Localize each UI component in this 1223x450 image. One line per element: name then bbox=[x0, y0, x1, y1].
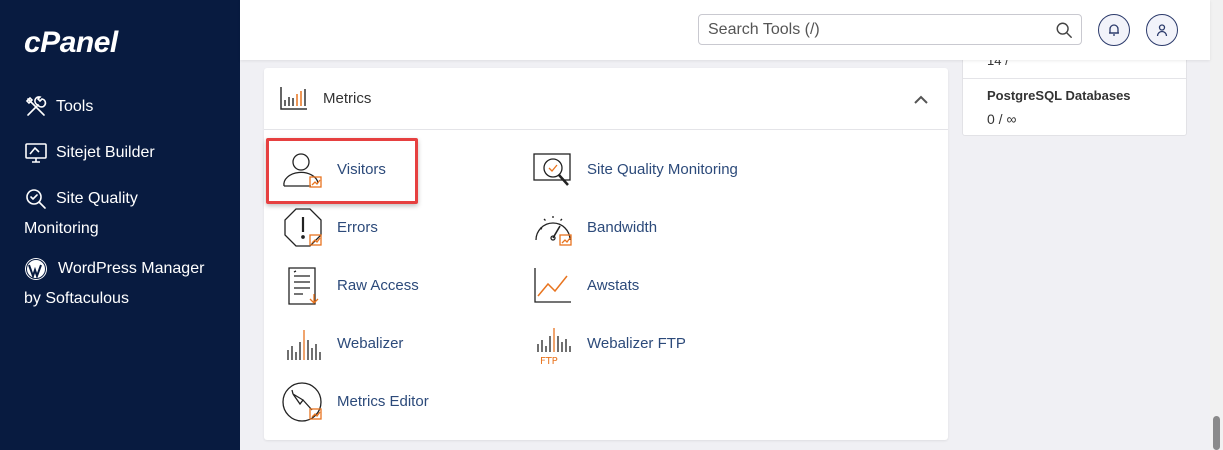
errors-icon bbox=[284, 208, 322, 247]
search-input[interactable] bbox=[699, 15, 1039, 44]
sidebar-item-sitejet-builder[interactable]: Sitejet Builder bbox=[24, 138, 155, 168]
sidebar: cPanel Tools Sitejet Builder Site Qualit… bbox=[0, 0, 240, 450]
postgresql-databases-label: PostgreSQL Databases bbox=[987, 88, 1131, 103]
tool-label: Awstats bbox=[587, 277, 640, 294]
scrollbar-thumb[interactable] bbox=[1213, 416, 1220, 450]
visitors-icon bbox=[283, 153, 322, 188]
sitejet-icon bbox=[25, 143, 47, 163]
search-box[interactable] bbox=[698, 14, 1082, 45]
webalizer-icon bbox=[287, 330, 321, 360]
tool-label: Webalizer FTP bbox=[587, 335, 686, 352]
chevron-up-icon[interactable] bbox=[914, 94, 928, 104]
awstats-icon bbox=[534, 268, 571, 303]
sidebar-item-tools[interactable]: Tools bbox=[24, 92, 93, 122]
metrics-title: Metrics bbox=[323, 90, 372, 107]
page-scrollbar[interactable] bbox=[1210, 0, 1223, 450]
tool-label: Metrics Editor bbox=[337, 393, 429, 410]
postgresql-databases-value: 0 / ∞ bbox=[987, 111, 1017, 127]
sidebar-item-label: WordPress Manager bbox=[58, 260, 205, 277]
notifications-button[interactable] bbox=[1098, 14, 1130, 46]
metrics-chart-icon bbox=[280, 87, 307, 110]
sidebar-item-label-line2: by Softaculous bbox=[24, 290, 129, 307]
site-quality-icon bbox=[26, 189, 46, 209]
svg-text:FTP: FTP bbox=[540, 356, 558, 366]
tools-icon bbox=[25, 96, 47, 116]
site-quality-monitoring-icon bbox=[533, 153, 571, 186]
top-header bbox=[240, 0, 1210, 60]
tool-label: Raw Access bbox=[337, 277, 419, 294]
metrics-panel-header[interactable]: Metrics bbox=[264, 68, 948, 130]
metrics-panel: Metrics bbox=[264, 68, 948, 440]
tool-label: Site Quality Monitoring bbox=[587, 161, 738, 178]
stats-divider bbox=[963, 78, 1186, 79]
user-menu-button[interactable] bbox=[1146, 14, 1178, 46]
raw-access-icon bbox=[288, 267, 319, 305]
wordpress-icon bbox=[25, 258, 47, 280]
tool-label: Webalizer bbox=[337, 335, 404, 352]
sidebar-item-site-quality-monitoring[interactable]: Site Quality Monitoring bbox=[24, 184, 138, 244]
metrics-editor-icon bbox=[282, 382, 322, 422]
user-icon bbox=[1156, 24, 1168, 37]
search-icon[interactable] bbox=[1055, 21, 1073, 39]
webalizer-ftp-icon: FTP bbox=[537, 328, 571, 366]
stats-card: 14 / PostgreSQL Databases 0 / ∞ bbox=[962, 50, 1187, 136]
tool-label: Bandwidth bbox=[587, 219, 658, 236]
tool-label: Visitors bbox=[337, 161, 386, 178]
bandwidth-icon bbox=[535, 216, 572, 246]
sidebar-item-label-line2: Monitoring bbox=[24, 220, 99, 237]
cpanel-logo[interactable]: cPanel bbox=[24, 26, 118, 60]
tool-label: Errors bbox=[337, 219, 378, 236]
sidebar-item-wordpress-manager[interactable]: WordPress Manager by Softaculous bbox=[24, 254, 204, 314]
bell-icon bbox=[1109, 24, 1119, 36]
